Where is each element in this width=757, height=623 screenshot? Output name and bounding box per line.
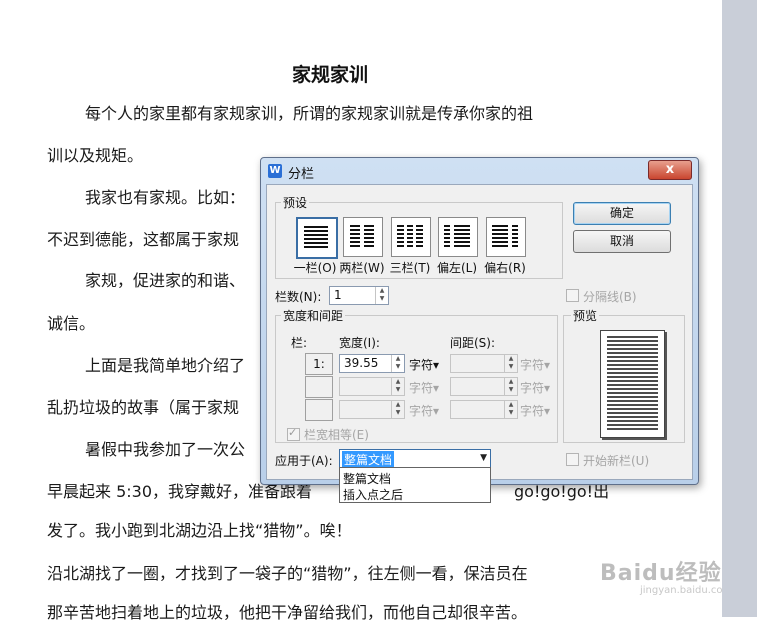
wps-app-icon: W — [268, 164, 282, 178]
preset-label: 两栏(W) — [339, 261, 385, 275]
width-header: 宽度(I): — [339, 336, 380, 350]
spin-arrows-icon[interactable]: ▲ ▼ — [391, 355, 404, 372]
watermark-url: jingyan.baidu.com — [640, 585, 733, 596]
spin-arrows-icon[interactable]: ▲ ▼ — [375, 287, 388, 304]
preview-page — [600, 330, 665, 438]
preset-label: 偏右(R) — [484, 261, 526, 275]
paragraph-line: 暑假中我参加了一次公 — [85, 440, 246, 459]
paragraph-line: go!go!go!出 — [514, 482, 610, 501]
paragraph-line: 每个人的家里都有家规家训，所谓的家规家训就是传承你家的祖 — [85, 104, 534, 123]
width-unit-select[interactable]: 字符▾ — [409, 356, 439, 373]
paragraph-line: 训以及规矩。 — [47, 146, 144, 165]
spin-arrows-icon[interactable]: ▲ ▼ — [504, 401, 517, 418]
column-header: 栏: — [291, 336, 308, 350]
spin-arrows-icon[interactable]: ▲ ▼ — [504, 355, 517, 372]
columns-count-stepper[interactable]: 1 ▲ ▼ — [329, 286, 389, 305]
paragraph-line: 沿北湖找了一圈，才找到了一袋子的“猎物”，往左侧一看，保洁员在 — [47, 564, 528, 583]
paragraph-line: 上面是我简单地介绍了 — [85, 356, 246, 375]
preset-label: 三栏(T) — [389, 261, 431, 275]
ok-button[interactable]: 确定 — [573, 202, 671, 225]
spacing-unit-select[interactable]: 字符▾ — [520, 379, 550, 396]
preset-one-column-icon[interactable] — [296, 217, 338, 259]
cancel-button[interactable]: 取消 — [573, 230, 671, 253]
columns-dialog: W 分栏 x 预设 一栏(O) 两栏(W) 三栏(T) 偏左(L) 偏右(R) … — [260, 157, 699, 485]
close-button[interactable]: x — [648, 160, 692, 180]
column-spacing-stepper[interactable]: ▲ ▼ — [450, 354, 518, 373]
paragraph-line: 乱扔垃圾的故事（属于家规 — [47, 398, 240, 417]
presets-label: 预设 — [281, 194, 310, 211]
column-spacing-stepper[interactable]: ▲ ▼ — [450, 400, 518, 419]
preview-label: 预览 — [571, 307, 600, 324]
column-spacing-stepper[interactable]: ▲ ▼ — [450, 377, 518, 396]
preset-left-column-icon[interactable] — [438, 217, 478, 257]
preview-group — [563, 315, 685, 443]
paragraph-line: 家规，促进家的和谐、 — [85, 271, 246, 290]
paragraph-line: 我家也有家规。比如： — [85, 188, 246, 207]
width-unit-select[interactable]: 字符▾ — [409, 379, 439, 396]
paragraph-line: 那辛苦地扫着地上的垃圾，他把干净留给我们，而他自己却很辛苦。 — [47, 603, 528, 622]
spin-arrows-icon[interactable]: ▲ ▼ — [391, 378, 404, 395]
separator-label: 分隔线(B) — [583, 290, 637, 304]
width-unit-select[interactable]: 字符▾ — [409, 402, 439, 419]
columns-count-value: 1 — [334, 288, 342, 302]
document-title: 家规家训 — [291, 64, 368, 86]
dialog-title: 分栏 — [288, 167, 315, 182]
column-width-stepper[interactable]: 39.55 ▲ ▼ — [339, 354, 405, 373]
preset-right-column-icon[interactable] — [486, 217, 526, 257]
preset-label: 一栏(O) — [293, 261, 337, 275]
paragraph-line: 早晨起来 5:30，我穿戴好，准备跟着 — [47, 482, 313, 501]
equal-width-checkbox[interactable] — [287, 426, 300, 441]
apply-to-options: 整篇文档 插入点之后 — [339, 467, 491, 503]
preset-two-columns-icon[interactable] — [343, 217, 383, 257]
column-number — [305, 399, 333, 421]
apply-to-select[interactable]: 整篇文档 ▼ — [339, 449, 491, 468]
column-width-stepper[interactable]: ▲ ▼ — [339, 400, 405, 419]
columns-count-label: 栏数(N): — [275, 290, 322, 304]
preset-label: 偏左(L) — [436, 261, 478, 275]
apply-to-value: 整篇文档 — [342, 451, 395, 468]
spin-arrows-icon[interactable]: ▲ ▼ — [504, 378, 517, 395]
apply-option-after-insertion-point[interactable]: 插入点之后 — [343, 486, 403, 503]
dialog-titlebar[interactable]: W 分栏 x — [261, 158, 698, 184]
column-number — [305, 376, 333, 398]
paragraph-line: 诚信。 — [47, 314, 96, 333]
dialog-body: 预设 一栏(O) 两栏(W) 三栏(T) 偏左(L) 偏右(R) 确定 取消 栏… — [266, 184, 693, 480]
spin-arrows-icon[interactable]: ▲ ▼ — [391, 401, 404, 418]
apply-to-label: 应用于(A): — [275, 454, 333, 468]
equal-width-label: 栏宽相等(E) — [304, 428, 369, 442]
new-column-label: 开始新栏(U) — [583, 454, 650, 468]
column-width-value: 39.55 — [344, 356, 379, 370]
preset-three-columns-icon[interactable] — [391, 217, 431, 257]
width-spacing-label: 宽度和间距 — [281, 307, 346, 324]
new-column-checkbox[interactable] — [566, 453, 579, 466]
chevron-down-icon[interactable]: ▼ — [480, 453, 487, 463]
spacing-unit-select[interactable]: 字符▾ — [520, 356, 550, 373]
spacing-unit-select[interactable]: 字符▾ — [520, 402, 550, 419]
separator-checkbox[interactable] — [566, 289, 579, 302]
column-number: 1: — [305, 353, 333, 375]
column-width-stepper[interactable]: ▲ ▼ — [339, 377, 405, 396]
apply-option-whole-document[interactable]: 整篇文档 — [343, 470, 391, 487]
right-scroll-gutter — [722, 0, 757, 617]
spacing-header: 间距(S): — [450, 336, 496, 350]
watermark-logo: Baidu经验 — [600, 561, 722, 586]
paragraph-line: 发了。我小跑到北湖边沿上找“猎物”。唉！ — [47, 521, 352, 540]
paragraph-line: 不迟到德能，这都属于家规 — [47, 230, 240, 249]
